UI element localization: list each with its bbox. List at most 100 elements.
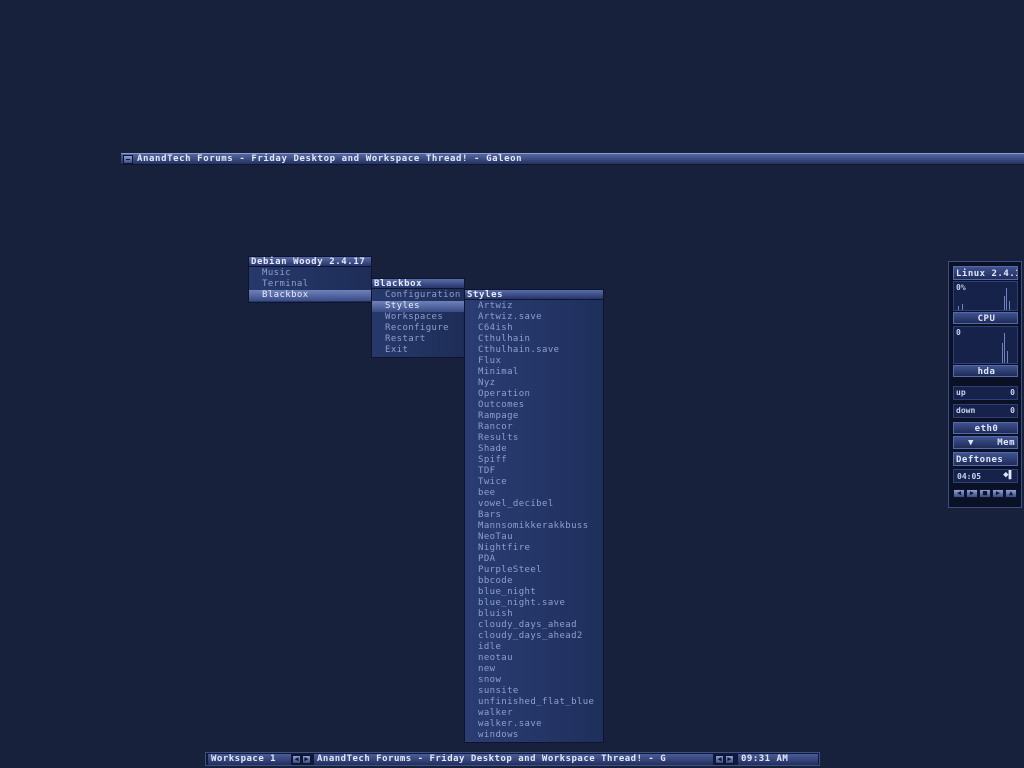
net-label: eth0 xyxy=(953,422,1018,434)
shaded-window-titlebar[interactable]: AnandTech Forums - Friday Desktop and Wo… xyxy=(121,153,1024,165)
style-item[interactable]: Cthulhain.save xyxy=(465,345,603,356)
style-item[interactable]: cloudy_days_ahead xyxy=(465,620,603,631)
prev-window-button[interactable]: ◀ xyxy=(715,755,724,764)
style-item[interactable]: blue_night xyxy=(465,587,603,598)
blackbox-menu-title: Blackbox xyxy=(371,278,465,289)
style-item[interactable]: Results xyxy=(465,433,603,444)
cpu-graph: 0% xyxy=(953,281,1018,311)
style-item[interactable]: sunsite xyxy=(465,686,603,697)
menu-item-configuration[interactable]: Configuration xyxy=(372,290,464,301)
disk-value: 0 xyxy=(956,328,961,337)
cpu-graph-line xyxy=(962,304,963,310)
root-menu-title: Debian Woody 2.4.17 xyxy=(248,256,372,267)
player-time: 04:05 xyxy=(957,472,982,481)
style-item[interactable]: bbcode xyxy=(465,576,603,587)
style-item[interactable]: bee xyxy=(465,488,603,499)
sysinfo-title: Linux 2.4.1 xyxy=(953,266,1018,280)
style-item[interactable]: idle xyxy=(465,642,603,653)
net-up-value: 0 xyxy=(1010,388,1015,397)
next-workspace-button[interactable]: ▶ xyxy=(302,755,311,764)
style-item[interactable]: Spiff xyxy=(465,455,603,466)
window-shade-button[interactable] xyxy=(123,155,133,164)
style-item[interactable]: new xyxy=(465,664,603,675)
styles-menu-title: Styles xyxy=(464,289,604,300)
style-item[interactable]: PDA xyxy=(465,554,603,565)
next-icon[interactable]: ▶ xyxy=(992,489,1004,498)
menu-item-restart[interactable]: Restart xyxy=(372,334,464,345)
blackbox-menu-body: Configuration Styles Workspaces Reconfig… xyxy=(371,289,465,358)
style-item[interactable]: bluish xyxy=(465,609,603,620)
toolbar: Workspace 1 ◀ ▶ AnandTech Forums - Frida… xyxy=(205,752,820,766)
menu-item-terminal[interactable]: Terminal xyxy=(249,279,371,290)
style-item[interactable]: Mannsomikkerakkbuss xyxy=(465,521,603,532)
toolbar-window-title: AnandTech Forums - Friday Desktop and Wo… xyxy=(314,754,713,765)
style-item[interactable]: PurpleSteel xyxy=(465,565,603,576)
player-track: Deftones xyxy=(953,452,1018,466)
play-pause-icon[interactable]: ▶ xyxy=(966,489,978,498)
style-item[interactable]: Flux xyxy=(465,356,603,367)
menu-item-workspaces[interactable]: Workspaces xyxy=(372,312,464,323)
menu-item-music[interactable]: Music xyxy=(249,268,371,279)
style-item[interactable]: Outcomes xyxy=(465,400,603,411)
net-up-row: up 0 xyxy=(953,386,1018,400)
root-menu: Debian Woody 2.4.17 Music Terminal Black… xyxy=(248,256,372,303)
workspace-label: Workspace 1 xyxy=(208,754,291,765)
style-item[interactable]: vowel_decibel xyxy=(465,499,603,510)
style-item[interactable]: Nyz xyxy=(465,378,603,389)
mem-label: Mem xyxy=(997,438,1015,448)
pin-icon: ▼ xyxy=(968,438,974,448)
style-item[interactable]: snow xyxy=(465,675,603,686)
blackbox-menu: Blackbox Configuration Styles Workspaces… xyxy=(371,278,465,358)
window-title: AnandTech Forums - Friday Desktop and Wo… xyxy=(137,154,523,164)
cpu-label: CPU xyxy=(953,312,1018,324)
menu-item-blackbox[interactable]: Blackbox xyxy=(249,290,371,301)
dock: Linux 2.4.1 0% CPU 0 hda up 0 down 0 eth… xyxy=(948,261,1022,508)
player-time-row: 04:05 ◆▌ xyxy=(953,469,1018,483)
style-item[interactable]: neotau xyxy=(465,653,603,664)
player-controls: ◀ ▶ ■ ▶ ▲ xyxy=(953,489,1018,501)
disk-label: hda xyxy=(953,365,1018,377)
menu-item-styles[interactable]: Styles xyxy=(372,301,464,312)
style-item[interactable]: blue_night.save xyxy=(465,598,603,609)
prev-icon[interactable]: ◀ xyxy=(953,489,965,498)
prev-workspace-button[interactable]: ◀ xyxy=(292,755,301,764)
cpu-graph-line xyxy=(958,306,959,310)
style-item[interactable]: Cthulhain xyxy=(465,334,603,345)
style-item[interactable]: Rampage xyxy=(465,411,603,422)
style-item[interactable]: Shade xyxy=(465,444,603,455)
net-down-row: down 0 xyxy=(953,404,1018,418)
menu-item-reconfigure[interactable]: Reconfigure xyxy=(372,323,464,334)
style-item[interactable]: TDF xyxy=(465,466,603,477)
style-item[interactable]: windows xyxy=(465,730,603,741)
menu-item-exit[interactable]: Exit xyxy=(372,345,464,356)
disk-graph-line xyxy=(1007,351,1008,363)
style-item[interactable]: NeoTau xyxy=(465,532,603,543)
root-menu-body: Music Terminal Blackbox xyxy=(248,267,372,303)
style-item[interactable]: Operation xyxy=(465,389,603,400)
net-up-label: up xyxy=(956,388,966,397)
net-down-label: down xyxy=(956,406,976,415)
style-item[interactable]: walker.save xyxy=(465,719,603,730)
style-item[interactable]: Twice xyxy=(465,477,603,488)
style-item[interactable]: Nightfire xyxy=(465,543,603,554)
eject-icon[interactable]: ▲ xyxy=(1005,489,1017,498)
styles-menu: Styles Artwiz Artwiz.save C64ish Cthulhain C… xyxy=(464,289,604,743)
style-item[interactable]: Bars xyxy=(465,510,603,521)
style-item[interactable]: Artwiz.save xyxy=(465,312,603,323)
style-item[interactable]: cloudy_days_ahead2 xyxy=(465,631,603,642)
style-item[interactable]: Rancor xyxy=(465,422,603,433)
style-item[interactable]: C64ish xyxy=(465,323,603,334)
stop-icon[interactable]: ■ xyxy=(979,489,991,498)
volume-icon[interactable]: ◆▌ xyxy=(1003,470,1014,480)
style-item[interactable]: walker xyxy=(465,708,603,719)
style-item[interactable]: Artwiz xyxy=(465,301,603,312)
style-item[interactable]: unfinished_flat_blue xyxy=(465,697,603,708)
disk-graph: 0 xyxy=(953,326,1018,364)
next-window-button[interactable]: ▶ xyxy=(725,755,734,764)
cpu-percent: 0% xyxy=(956,283,966,292)
net-down-value: 0 xyxy=(1010,406,1015,415)
cpu-graph-line xyxy=(1004,296,1005,310)
style-item[interactable]: Minimal xyxy=(465,367,603,378)
styles-menu-body: Artwiz Artwiz.save C64ish Cthulhain Cthulhai… xyxy=(464,300,604,743)
cpu-graph-line xyxy=(1006,288,1007,310)
